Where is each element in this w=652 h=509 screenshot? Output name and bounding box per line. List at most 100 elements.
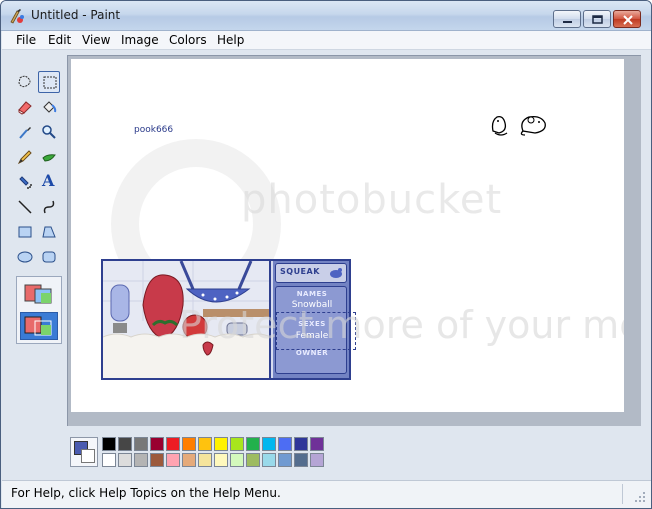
tool-select[interactable]: [38, 71, 60, 93]
tool-text[interactable]: A: [38, 171, 60, 193]
color-swatch[interactable]: [118, 437, 132, 451]
color-palette: [67, 434, 367, 470]
transparent-selection-icon: [24, 316, 52, 336]
owner-label: OWNER: [295, 349, 329, 357]
color-swatch[interactable]: [294, 453, 308, 467]
menu-colors[interactable]: Colors: [169, 33, 207, 47]
color-swatch[interactable]: [134, 437, 148, 451]
eraser-icon: [18, 101, 32, 115]
username-text: pook666: [134, 125, 174, 135]
current-colors[interactable]: [70, 437, 98, 467]
line-icon: [18, 200, 32, 214]
watermark-text: photobucket: [241, 177, 503, 223]
color-swatch[interactable]: [246, 437, 260, 451]
maximize-icon: [592, 15, 603, 24]
color-swatch[interactable]: [246, 453, 260, 467]
ellipse-icon: [17, 251, 33, 263]
menu-help[interactable]: Help: [217, 33, 244, 47]
close-icon: [623, 15, 633, 25]
opaque-selection-icon: [24, 284, 52, 304]
rectangle-icon: [18, 226, 32, 238]
color-swatch[interactable]: [102, 437, 116, 451]
color-swatch[interactable]: [294, 437, 308, 451]
status-bar: For Help, click Help Topics on the Help …: [2, 480, 651, 508]
paint-window: Untitled - Paint File Edit View Image Co…: [0, 0, 652, 509]
free-form-select-icon: [18, 75, 31, 88]
tool-magnifier[interactable]: [38, 121, 60, 143]
minimize-icon: [563, 21, 572, 23]
airbrush-icon: [19, 176, 32, 189]
rounded-rectangle-icon: [42, 251, 56, 263]
status-help-text: For Help, click Help Topics on the Help …: [11, 486, 281, 500]
title-bar[interactable]: Untitled - Paint: [1, 1, 651, 31]
tool-rectangle[interactable]: [14, 221, 36, 243]
color-swatch[interactable]: [134, 453, 148, 467]
select-icon: [43, 76, 57, 89]
window-title: Untitled - Paint: [31, 8, 121, 22]
maximize-button[interactable]: [583, 10, 611, 28]
color-swatch[interactable]: [166, 437, 180, 451]
color-swatch[interactable]: [102, 453, 116, 467]
tool-free-form-select[interactable]: [14, 71, 36, 93]
text-icon: A: [42, 171, 55, 190]
menu-bar: File Edit View Image Colors Help: [2, 31, 651, 50]
tool-ellipse[interactable]: [14, 246, 36, 268]
tool-line[interactable]: [14, 196, 36, 218]
color-swatch[interactable]: [310, 437, 324, 451]
color-swatch[interactable]: [198, 437, 212, 451]
color-swatch[interactable]: [310, 453, 324, 467]
tool-eraser[interactable]: [14, 96, 36, 118]
menu-edit[interactable]: Edit: [48, 33, 71, 47]
tool-polygon[interactable]: [38, 221, 60, 243]
canvas-area[interactable]: photobucket pook666 SQUEAK NAMES Snowbal…: [67, 55, 641, 426]
tool-rounded-rectangle[interactable]: [38, 246, 60, 268]
squeak-header-text: SQUEAK: [280, 267, 320, 276]
tool-pencil[interactable]: [14, 146, 36, 168]
pencil-icon: [17, 150, 32, 165]
color-swatch[interactable]: [118, 453, 132, 467]
squeak-header: SQUEAK: [275, 263, 347, 283]
tool-curve[interactable]: [38, 196, 60, 218]
menu-file[interactable]: File: [16, 33, 36, 47]
fill-bucket-icon: [43, 101, 57, 113]
watermark-tagline: Protect more of your memories for less!: [179, 303, 624, 347]
tool-brush[interactable]: [38, 146, 60, 168]
pick-color-icon: [19, 127, 31, 139]
paint-app-icon: [10, 9, 24, 24]
color-swatch[interactable]: [230, 437, 244, 451]
background-color-swatch[interactable]: [81, 449, 95, 463]
name-label: NAMES: [296, 290, 328, 298]
tool-pick-color[interactable]: [14, 121, 36, 143]
tool-options: [16, 276, 62, 344]
color-swatch[interactable]: [230, 453, 244, 467]
drawing-canvas[interactable]: photobucket pook666 SQUEAK NAMES Snowbal…: [71, 59, 624, 412]
mouse-icon: [330, 268, 342, 278]
color-swatch[interactable]: [150, 453, 164, 467]
color-swatch[interactable]: [262, 453, 276, 467]
color-swatch[interactable]: [166, 453, 180, 467]
tool-fill[interactable]: [38, 96, 60, 118]
polygon-icon: [42, 226, 56, 238]
curve-icon: [43, 200, 55, 214]
close-button[interactable]: [613, 10, 641, 28]
color-swatch[interactable]: [278, 437, 292, 451]
menu-image[interactable]: Image: [121, 33, 159, 47]
status-divider: [622, 484, 623, 504]
minimize-button[interactable]: [553, 10, 581, 28]
color-swatch[interactable]: [278, 453, 292, 467]
mouse-doodles-icon: [491, 115, 546, 136]
brush-icon: [42, 154, 56, 162]
option-opaque[interactable]: [20, 280, 58, 308]
menu-view[interactable]: View: [82, 33, 110, 47]
color-swatch[interactable]: [198, 453, 212, 467]
color-swatch[interactable]: [214, 453, 228, 467]
color-swatch[interactable]: [182, 453, 196, 467]
color-swatch[interactable]: [150, 437, 164, 451]
color-swatch[interactable]: [262, 437, 276, 451]
tool-airbrush[interactable]: [14, 171, 36, 193]
color-swatch[interactable]: [182, 437, 196, 451]
resize-grip-icon[interactable]: [634, 491, 646, 503]
color-swatch[interactable]: [214, 437, 228, 451]
magnifier-icon: [42, 125, 56, 139]
option-transparent[interactable]: [20, 312, 58, 340]
